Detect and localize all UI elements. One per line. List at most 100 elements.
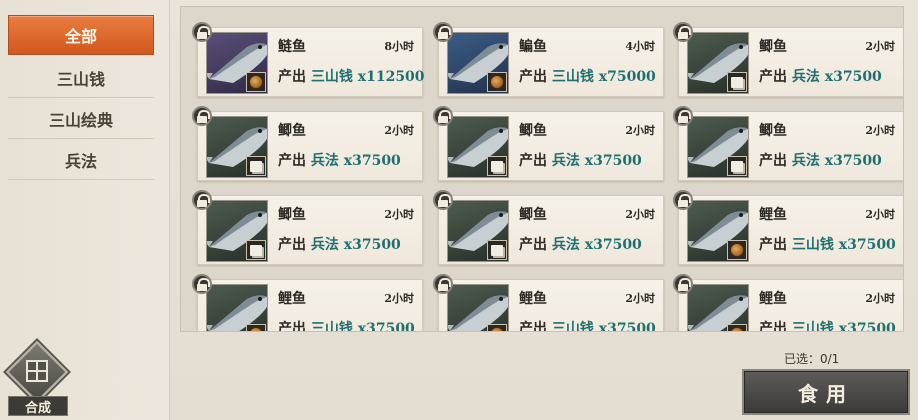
lock-icon: [673, 274, 693, 294]
lock-icon: [673, 22, 693, 42]
fish-image: [206, 116, 268, 178]
selected-count: 已选：0/1: [784, 352, 840, 366]
synthesize-button[interactable]: 合成: [4, 340, 70, 418]
fish-output: 产出 兵法 x37500: [759, 66, 882, 86]
lock-icon: [192, 22, 212, 42]
coin-icon: [487, 72, 507, 92]
output-resource: 三山钱: [551, 69, 594, 85]
fish-duration: 2小时: [625, 292, 655, 305]
output-resource: 三山钱: [310, 321, 353, 332]
fish-name: 鲫鱼: [759, 123, 787, 139]
lock-icon: [673, 190, 693, 210]
output-prefix: 产出: [278, 237, 306, 253]
output-prefix: 产出: [759, 237, 787, 253]
book-icon: [487, 156, 507, 176]
fish-image: [687, 32, 749, 94]
fish-output: 产出 兵法 x37500: [519, 234, 642, 254]
fish-card[interactable]: 鲫鱼 2小时 产出 兵法 x37500: [673, 106, 903, 181]
output-prefix: 产出: [759, 153, 787, 169]
fish-card[interactable]: 鲫鱼 2小时 产出 兵法 x37500: [192, 190, 423, 265]
fish-card[interactable]: 鲫鱼 2小时 产出 兵法 x37500: [433, 106, 664, 181]
fish-name: 鲫鱼: [278, 123, 306, 139]
output-resource: 三山钱: [791, 237, 834, 253]
coin-icon: [727, 324, 747, 331]
output-resource: 兵法: [551, 237, 580, 253]
coin-icon: [246, 324, 266, 331]
output-amount: x37500: [343, 153, 401, 169]
fish-output: 产出 三山钱 x37500: [519, 318, 656, 332]
fish-card[interactable]: 鲤鱼 2小时 产出 三山钱 x37500: [673, 190, 903, 265]
fish-card[interactable]: 鳊鱼 4小时 产出 三山钱 x75000: [433, 22, 664, 97]
book-icon: [727, 156, 747, 176]
tab-sanshan-coin[interactable]: 三山钱: [8, 58, 154, 98]
fish-name: 鲫鱼: [519, 207, 547, 223]
output-amount: x37500: [357, 321, 415, 332]
lock-icon: [673, 106, 693, 126]
fish-duration: 2小时: [384, 292, 414, 305]
synthesize-label: 合成: [8, 396, 68, 416]
output-amount: x37500: [584, 153, 642, 169]
fish-duration: 2小时: [625, 124, 655, 137]
lock-icon: [192, 106, 212, 126]
output-prefix: 产出: [278, 321, 306, 332]
output-amount: x37500: [824, 69, 882, 85]
fish-card[interactable]: 鲢鱼 8小时 产出 三山钱 x112500: [192, 22, 425, 97]
fish-output: 产出 兵法 x37500: [759, 150, 882, 170]
fish-name: 鲫鱼: [759, 39, 787, 55]
tab-strategy[interactable]: 兵法: [8, 140, 154, 180]
fish-card[interactable]: 鲤鱼 2小时 产出 三山钱 x37500: [673, 274, 903, 332]
fish-image: [447, 116, 509, 178]
output-amount: x37500: [598, 321, 656, 332]
fish-image: [447, 284, 509, 331]
fish-output: 产出 三山钱 x112500: [278, 66, 425, 86]
fish-output: 产出 三山钱 x37500: [759, 318, 896, 332]
output-resource: 三山钱: [551, 321, 594, 332]
fish-image: [206, 32, 268, 94]
fish-card[interactable]: 鲫鱼 2小时 产出 兵法 x37500: [192, 106, 423, 181]
fish-card[interactable]: 鲤鱼 2小时 产出 三山钱 x37500: [433, 274, 664, 332]
fish-output: 产出 兵法 x37500: [278, 150, 401, 170]
eat-button[interactable]: 食用: [742, 369, 910, 415]
fish-image: [206, 200, 268, 262]
fish-duration: 2小时: [865, 292, 895, 305]
fish-duration: 4小时: [625, 40, 655, 53]
output-amount: x112500: [357, 69, 425, 85]
fish-output: 产出 兵法 x37500: [278, 234, 401, 254]
output-prefix: 产出: [759, 69, 787, 85]
output-prefix: 产出: [278, 153, 306, 169]
tab-all[interactable]: 全部: [8, 15, 154, 55]
output-amount: x37500: [343, 237, 401, 253]
fish-image: [687, 116, 749, 178]
output-amount: x37500: [838, 321, 896, 332]
fish-name: 鲫鱼: [519, 123, 547, 139]
tab-sanshan-album[interactable]: 三山绘典: [8, 99, 154, 139]
lock-icon: [192, 190, 212, 210]
output-resource: 兵法: [310, 237, 339, 253]
output-amount: x37500: [838, 237, 896, 253]
fish-name: 鲫鱼: [278, 207, 306, 223]
lock-icon: [192, 274, 212, 294]
fish-image: [447, 32, 509, 94]
book-icon: [246, 156, 266, 176]
output-prefix: 产出: [759, 321, 787, 332]
book-icon: [246, 240, 266, 260]
book-icon: [487, 240, 507, 260]
lock-icon: [433, 274, 453, 294]
output-resource: 三山钱: [791, 321, 834, 332]
coin-icon: [487, 324, 507, 331]
fish-duration: 2小时: [865, 124, 895, 137]
output-prefix: 产出: [519, 69, 547, 85]
fish-card[interactable]: 鲫鱼 2小时 产出 兵法 x37500: [673, 22, 903, 97]
fish-image: [687, 200, 749, 262]
fish-name: 鲤鱼: [759, 291, 787, 307]
lock-icon: [433, 190, 453, 210]
fish-card[interactable]: 鲤鱼 2小时 产出 三山钱 x37500: [192, 274, 423, 332]
fish-output: 产出 三山钱 x37500: [759, 234, 896, 254]
output-resource: 兵法: [310, 153, 339, 169]
fish-card[interactable]: 鲫鱼 2小时 产出 兵法 x37500: [433, 190, 664, 265]
fish-name: 鲢鱼: [278, 39, 306, 55]
fish-image: [687, 284, 749, 331]
output-prefix: 产出: [519, 321, 547, 332]
output-amount: x75000: [598, 69, 656, 85]
fish-duration: 2小时: [865, 40, 895, 53]
